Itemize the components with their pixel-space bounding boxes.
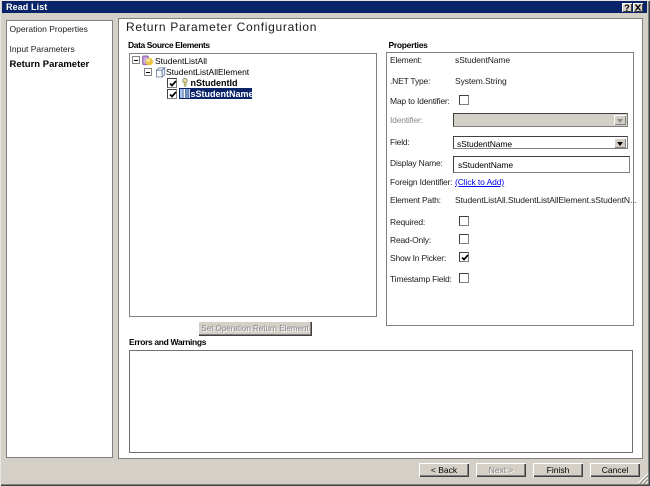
svg-text:?: ? [624,3,630,12]
